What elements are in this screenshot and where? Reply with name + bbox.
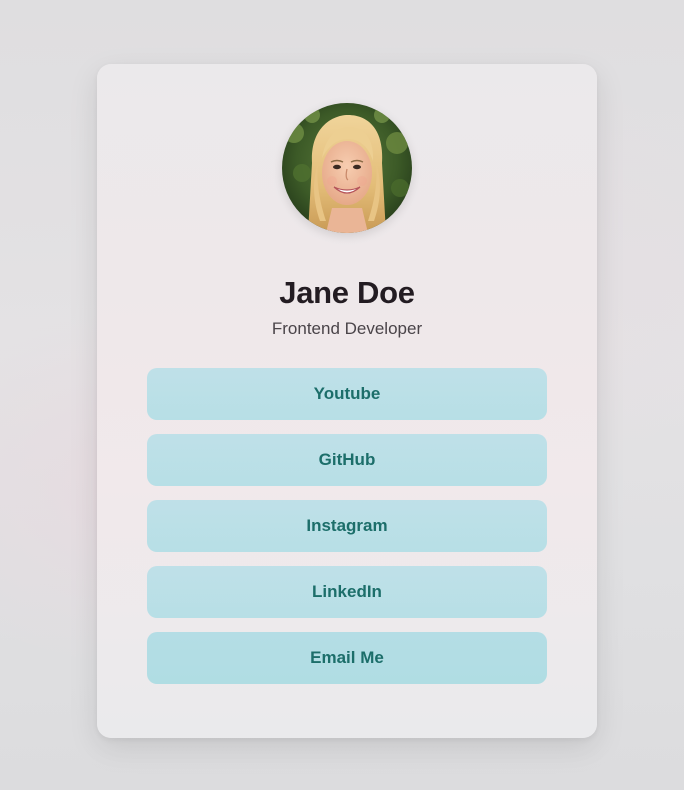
profile-name: Jane Doe [279, 275, 415, 310]
profile-card: Jane Doe Frontend Developer Youtube GitH… [97, 64, 597, 738]
github-link-button[interactable]: GitHub [147, 434, 547, 486]
link-list: Youtube GitHub Instagram LinkedIn Email … [147, 368, 547, 684]
avatar [282, 103, 412, 233]
profile-title: Frontend Developer [271, 319, 423, 338]
youtube-link-button[interactable]: Youtube [147, 368, 547, 420]
email-link-button[interactable]: Email Me [147, 632, 547, 684]
profile-photo [282, 103, 412, 233]
linkedin-link-button[interactable]: LinkedIn [147, 566, 547, 618]
instagram-link-button[interactable]: Instagram [147, 500, 547, 552]
